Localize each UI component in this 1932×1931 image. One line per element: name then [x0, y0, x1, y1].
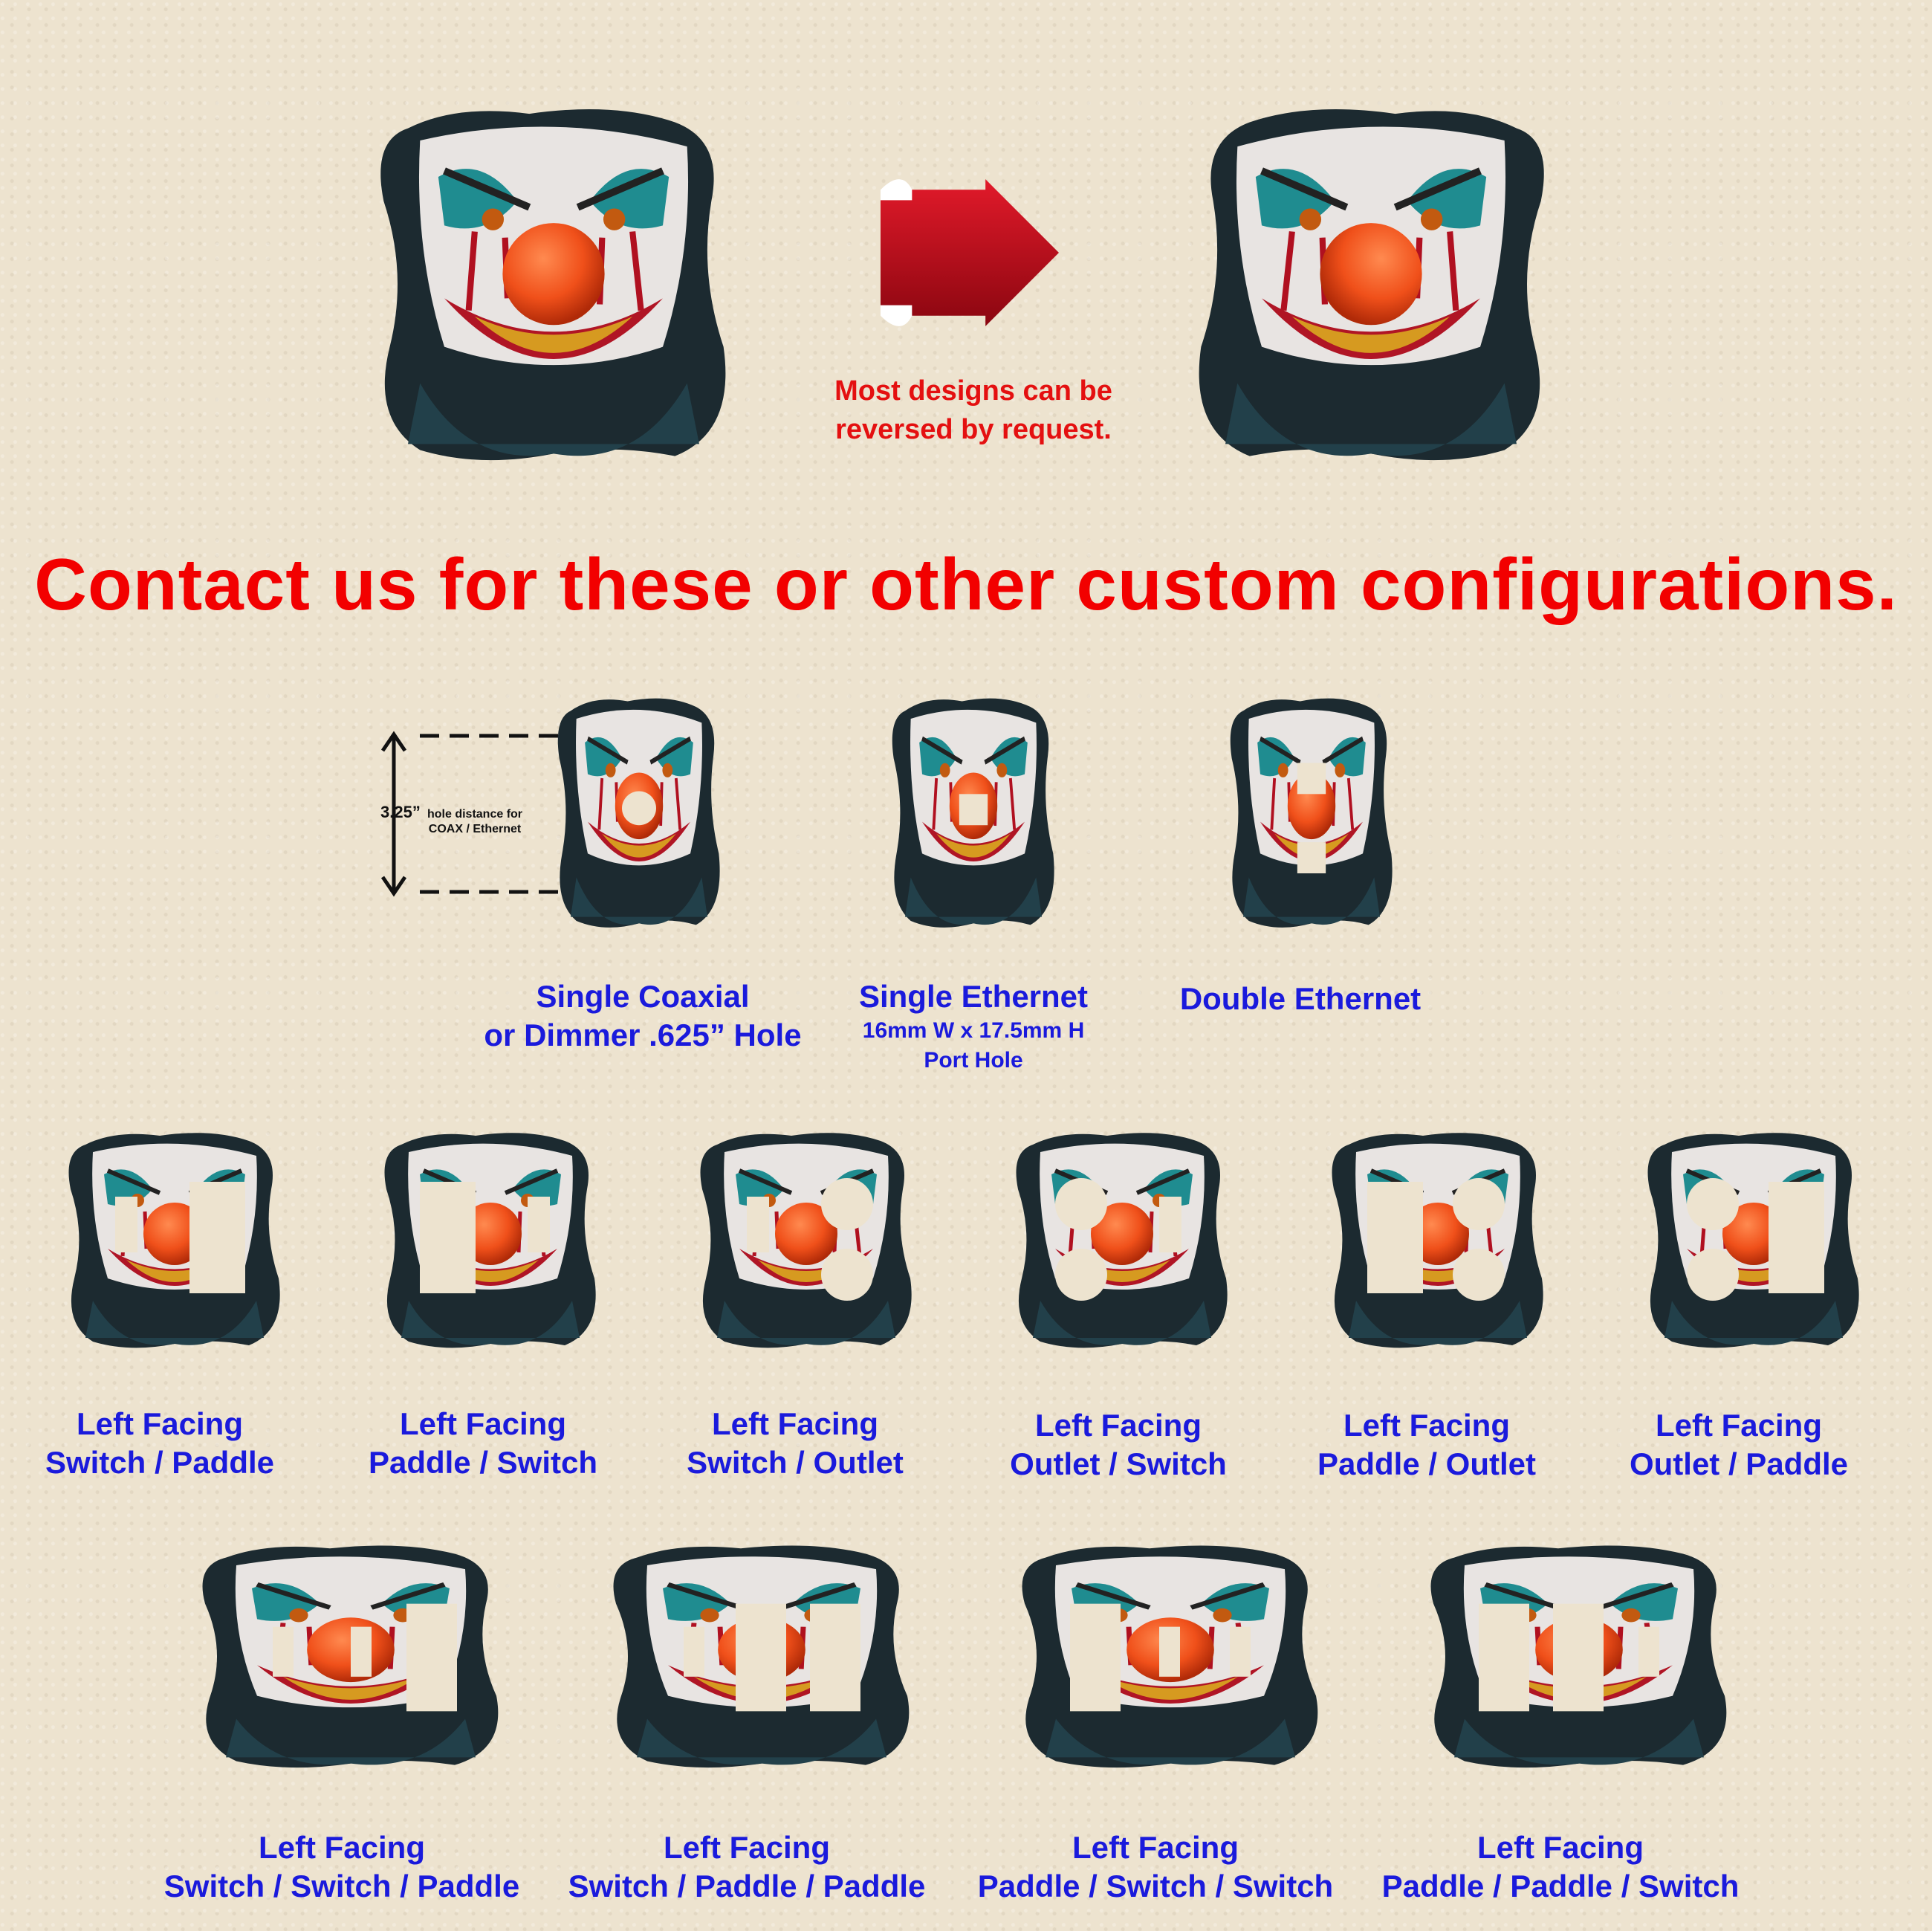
- plate-switch-paddle: [56, 1130, 294, 1353]
- plate-paddle-paddle-switch: [1423, 1542, 1735, 1773]
- caption-switch-paddle: Left Facing Switch / Paddle: [45, 1406, 275, 1480]
- arrow-icon: [881, 179, 1059, 326]
- caption-paddle-switch: Left Facing Paddle / Switch: [368, 1406, 598, 1480]
- dimension-desc-line2: COAX / Ethernet: [428, 823, 522, 835]
- plate-paddle-outlet: [1319, 1130, 1557, 1353]
- caption-single-coaxial: Single Coaxial or Dimmer .625” Hole: [484, 979, 802, 1052]
- plate-single-ethernet: [888, 695, 1059, 933]
- plate-outlet-paddle: [1635, 1130, 1873, 1353]
- caption-switch-paddle-paddle: Left Facing Switch / Paddle / Paddle: [568, 1830, 926, 1903]
- plate-double-ethernet: [1226, 695, 1397, 933]
- caption-outlet-paddle: Left Facing Outlet / Paddle: [1629, 1408, 1849, 1481]
- caption-outlet-switch: Left Facing Outlet / Switch: [1010, 1408, 1227, 1481]
- caption-paddle-paddle-switch: Left Facing Paddle / Paddle / Switch: [1381, 1830, 1740, 1903]
- plate-outlet-switch: [1003, 1130, 1241, 1353]
- plate-switch-outlet: [687, 1130, 925, 1353]
- dimension-desc: hole distance for COAX / Ethernet: [427, 807, 522, 837]
- caption-switch-outlet: Left Facing Switch / Outlet: [687, 1406, 904, 1480]
- dimension-desc-line1: hole distance for: [427, 808, 523, 821]
- reverse-note-line1: Most designs can be: [834, 375, 1112, 407]
- design-original: [372, 104, 736, 468]
- caption-paddle-outlet: Left Facing Paddle / Outlet: [1317, 1408, 1537, 1481]
- headline: Contact us for these or other custom con…: [34, 543, 1898, 625]
- plate-switch-paddle-paddle: [606, 1542, 918, 1773]
- caption-switch-switch-paddle: Left Facing Switch / Switch / Paddle: [163, 1830, 520, 1903]
- plate-paddle-switch: [372, 1130, 609, 1353]
- plate-paddle-switch-switch: [1014, 1542, 1326, 1773]
- caption-single-ethernet: Single Ethernet 16mm W x 17.5mm H Port H…: [858, 979, 1089, 1073]
- caption-paddle-switch-switch: Left Facing Paddle / Switch / Switch: [977, 1830, 1334, 1903]
- dimension-value: 3.25”: [380, 803, 421, 821]
- reverse-note: Most designs can be reversed by request.: [788, 372, 1159, 449]
- plate-single-coaxial: [554, 695, 724, 933]
- reverse-note-line2: reversed by request.: [835, 414, 1112, 445]
- plate-switch-switch-paddle: [195, 1542, 507, 1773]
- caption-double-ethernet: Double Ethernet: [1179, 981, 1422, 1016]
- design-reversed: [1189, 104, 1553, 468]
